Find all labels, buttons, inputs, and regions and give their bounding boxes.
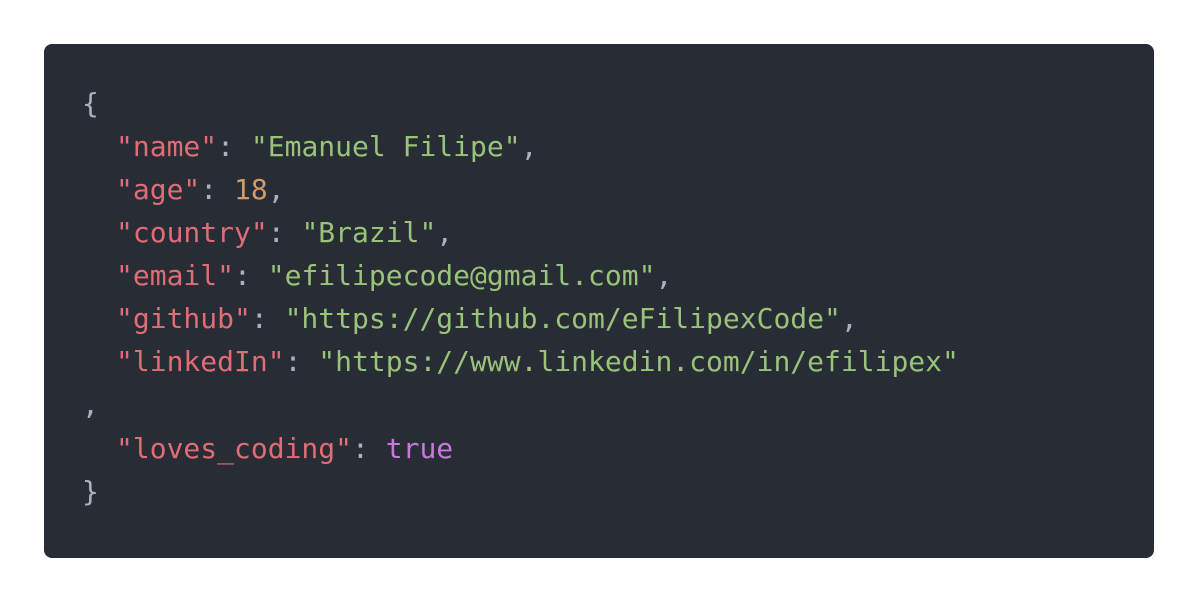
json-comma: ,	[655, 259, 673, 292]
json-separator: :	[284, 345, 319, 378]
json-separator: :	[217, 130, 251, 163]
code-line-close: }	[82, 470, 1154, 513]
code-line-open: {	[82, 82, 1154, 125]
json-key: "country"	[116, 216, 268, 249]
json-boolean-value: true	[385, 432, 454, 465]
json-key: "github"	[116, 302, 251, 335]
json-number-value: 18	[234, 173, 268, 206]
code-line-name: "name": "Emanuel Filipe",	[82, 125, 1154, 168]
json-key: "age"	[116, 173, 201, 206]
code-line-email: "email": "efilipecode@gmail.com",	[82, 254, 1154, 297]
json-separator: :	[267, 216, 302, 249]
json-string-value: "Emanuel Filipe"	[250, 130, 521, 163]
json-comma: ,	[82, 388, 99, 421]
json-separator: :	[250, 302, 285, 335]
close-brace: }	[82, 475, 99, 508]
json-key: "linkedIn"	[116, 345, 285, 378]
open-brace: {	[82, 87, 99, 120]
json-string-value: "https://github.com/eFilipexCode"	[284, 302, 841, 335]
json-string-value: "efilipecode@gmail.com"	[267, 259, 656, 292]
json-string-value: "Brazil"	[301, 216, 437, 249]
json-separator: :	[200, 173, 235, 206]
json-comma: ,	[436, 216, 454, 249]
code-line-linkedin: "linkedIn": "https://www.linkedin.com/in…	[82, 340, 1154, 383]
json-separator: :	[234, 259, 268, 292]
code-line-age: "age": 18,	[82, 168, 1154, 211]
json-key: "loves_coding"	[116, 432, 353, 465]
code-line-country: "country": "Brazil",	[82, 211, 1154, 254]
json-string-value: "https://www.linkedin.com/in/efilipex"	[318, 345, 959, 378]
code-line-loves-coding: "loves_coding": true	[82, 427, 1154, 470]
json-comma: ,	[840, 302, 858, 335]
code-line-wrapped-comma: ,	[82, 383, 1154, 427]
json-key: "name"	[116, 130, 218, 163]
json-comma: ,	[267, 173, 285, 206]
json-comma: ,	[520, 130, 538, 163]
json-key: "email"	[116, 259, 235, 292]
code-snippet-card: { "name": "Emanuel Filipe", "age": 18, "…	[44, 44, 1154, 558]
json-separator: :	[352, 432, 386, 465]
code-line-github: "github": "https://github.com/eFilipexCo…	[82, 297, 1154, 340]
